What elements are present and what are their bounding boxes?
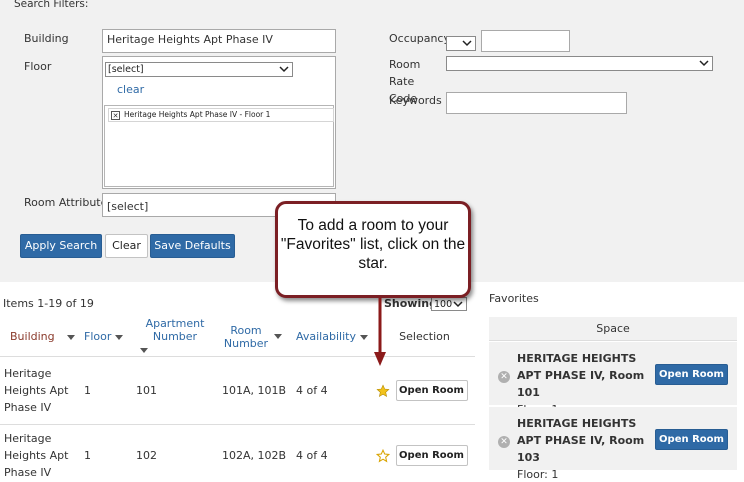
column-availability-label: Availability xyxy=(296,330,356,343)
chevron-down-icon xyxy=(699,60,709,67)
cell-availability: 4 of 4 xyxy=(296,449,328,463)
chevron-down-icon xyxy=(462,40,472,47)
instruction-callout: To add a room to your "Favorites" list, … xyxy=(275,201,471,298)
favorite-star-filled-icon[interactable] xyxy=(376,383,390,398)
sort-arrow-icon xyxy=(115,334,124,340)
floor-label: Floor xyxy=(24,60,52,73)
floor-picker: [select] clear ✕ Heritage Heights Apt Ph… xyxy=(102,56,336,189)
favorites-space-header: Space xyxy=(489,317,737,341)
column-floor[interactable]: Floor xyxy=(80,317,132,357)
sort-arrow-icon xyxy=(274,334,282,339)
column-building-label: Building xyxy=(10,330,55,343)
keywords-label: Keywords xyxy=(389,94,442,107)
remove-favorite-icon[interactable]: ✕ xyxy=(498,436,510,448)
floor-selected-item-label: Heritage Heights Apt Phase IV - Floor 1 xyxy=(124,110,271,119)
column-selection-label: Selection xyxy=(399,330,450,343)
keywords-input[interactable] xyxy=(446,92,627,114)
cell-availability: 4 of 4 xyxy=(292,356,374,425)
favorite-star-outline-icon[interactable] xyxy=(375,448,391,463)
sort-arrow-icon xyxy=(66,334,75,340)
save-defaults-button[interactable]: Save Defaults xyxy=(150,234,235,258)
table-row: Heritage Heights Apt Phase IV 1 101 101A… xyxy=(0,356,475,425)
apply-search-button[interactable]: Apply Search xyxy=(20,234,102,258)
column-building[interactable]: Building xyxy=(0,317,80,357)
column-availability[interactable]: Availability xyxy=(292,317,374,357)
remove-favorite-icon[interactable]: ✕ xyxy=(498,371,510,383)
occupancy-select[interactable] xyxy=(446,36,476,51)
cell-building: Heritage Heights Apt Phase IV xyxy=(4,432,69,480)
table-header-row: Building Floor Apartment Number Room Num… xyxy=(0,317,475,357)
table-row: Heritage Heights Apt Phase IV 1 102 102A… xyxy=(0,425,475,482)
favorite-item: ✕ HERITAGE HEIGHTS APT PHASE IV, Room 10… xyxy=(489,407,737,481)
floor-selected-item[interactable]: ✕ Heritage Heights Apt Phase IV - Floor … xyxy=(108,108,334,122)
cell-room: 102A, 102B xyxy=(222,449,287,463)
search-filters-heading: Search Filters: xyxy=(14,0,89,10)
room-rate-code-select[interactable] xyxy=(446,56,713,71)
open-room-button[interactable]: Open Room xyxy=(395,445,468,467)
floor-clear-link[interactable]: clear xyxy=(117,83,144,96)
clear-button[interactable]: Clear xyxy=(105,234,148,258)
favorite-open-room-button[interactable]: Open Room xyxy=(655,429,728,450)
favorite-item-name: HERITAGE HEIGHTS APT PHASE IV, Room 101 xyxy=(517,352,645,399)
occupancy-input[interactable] xyxy=(481,30,570,52)
building-label: Building xyxy=(24,32,69,45)
chevron-down-icon xyxy=(279,66,289,73)
column-room-number-label: Room Number xyxy=(223,323,269,350)
showing-select-value: 100 xyxy=(434,299,453,310)
favorites-title: Favorites xyxy=(489,292,539,305)
cell-floor: 1 xyxy=(84,449,91,463)
cell-room: 101A, 101B xyxy=(218,356,292,425)
cell-apartment: 102 xyxy=(136,449,157,463)
building-field[interactable]: Heritage Heights Apt Phase IV xyxy=(102,29,336,53)
column-apartment-number-label: Apartment Number xyxy=(145,317,205,343)
cell-building: Heritage Heights Apt Phase IV xyxy=(0,356,80,425)
sort-arrow-icon xyxy=(140,347,148,353)
floor-select-value: [select] xyxy=(108,64,144,75)
rooms-table: Building Floor Apartment Number Room Num… xyxy=(0,317,475,482)
sort-arrow-icon xyxy=(359,334,368,340)
cell-floor: 1 xyxy=(80,356,132,425)
showing-select[interactable]: 100 xyxy=(431,297,467,311)
favorite-item-text: HERITAGE HEIGHTS APT PHASE IV, Room 103 … xyxy=(517,415,657,482)
cell-selection: Open Room xyxy=(374,425,475,482)
floor-select[interactable]: [select] xyxy=(105,62,293,77)
floor-selected-list: ✕ Heritage Heights Apt Phase IV - Floor … xyxy=(104,105,334,187)
pointer-arrow-icon xyxy=(374,298,386,366)
column-apartment-number[interactable]: Apartment Number xyxy=(132,317,218,357)
open-room-button[interactable]: Open Room xyxy=(395,380,468,401)
showing-label: Showing xyxy=(384,297,437,310)
chevron-down-icon xyxy=(453,301,463,308)
column-room-number[interactable]: Room Number xyxy=(218,317,292,357)
items-count: Items 1-19 of 19 xyxy=(3,297,94,310)
occupancy-label: Occupancy xyxy=(389,32,450,45)
room-attribute-label: Room Attribute xyxy=(24,196,108,209)
column-floor-label: Floor xyxy=(84,330,112,343)
favorite-item-floor: Floor: 1 xyxy=(517,468,559,481)
favorite-item-name: HERITAGE HEIGHTS APT PHASE IV, Room 103 xyxy=(517,417,645,464)
cell-apartment: 101 xyxy=(132,356,218,425)
favorite-item: ✕ HERITAGE HEIGHTS APT PHASE IV, Room 10… xyxy=(489,342,737,416)
favorite-open-room-button[interactable]: Open Room xyxy=(655,364,728,385)
remove-icon[interactable]: ✕ xyxy=(111,111,120,120)
